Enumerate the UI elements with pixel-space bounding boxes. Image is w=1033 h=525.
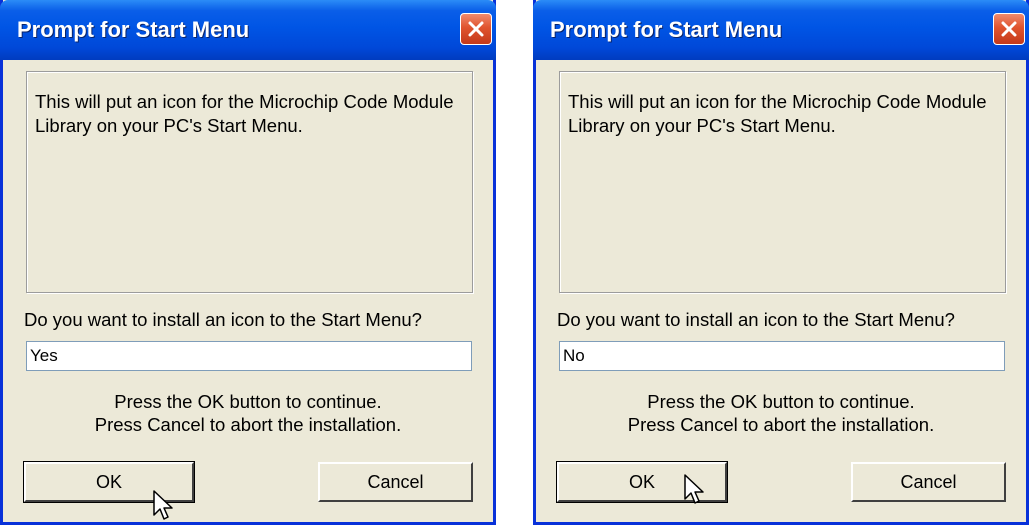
prompt-dialog-yes: Prompt for Start Menu This will put an i… [0,0,496,525]
close-x-icon [468,21,484,37]
message-panel: This will put an icon for the Microchip … [26,71,473,293]
instruction-continue: Press the OK button to continue. [647,391,915,412]
dialog-title: Prompt for Start Menu [550,17,783,42]
message-text: This will put an icon for the Microchip … [568,91,987,136]
answer-input[interactable]: Yes [26,341,472,371]
mouse-pointer-icon [684,474,704,504]
title-bar[interactable]: Prompt for Start Menu [0,0,496,60]
cancel-button[interactable]: Cancel [318,462,473,502]
question-label: Do you want to install an icon to the St… [557,309,955,330]
answer-input[interactable]: No [559,341,1005,371]
instruction-abort: Press Cancel to abort the installation. [94,414,402,435]
question-label: Do you want to install an icon to the St… [24,309,422,330]
mouse-pointer-icon [153,490,173,520]
prompt-dialog-no: Prompt for Start Menu This will put an i… [533,0,1029,525]
dialog-title: Prompt for Start Menu [17,17,250,42]
close-x-icon [1001,21,1017,37]
instructions-text: Press the OK button to continue. Press C… [536,390,1026,436]
title-bar[interactable]: Prompt for Start Menu [533,0,1029,60]
instruction-abort: Press Cancel to abort the installation. [627,414,935,435]
cancel-button[interactable]: Cancel [851,462,1006,502]
instructions-text: Press the OK button to continue. Press C… [3,390,493,436]
close-button[interactable] [460,13,492,45]
close-button[interactable] [993,13,1025,45]
message-text: This will put an icon for the Microchip … [35,91,454,136]
instruction-continue: Press the OK button to continue. [114,391,382,412]
message-panel: This will put an icon for the Microchip … [559,71,1006,293]
